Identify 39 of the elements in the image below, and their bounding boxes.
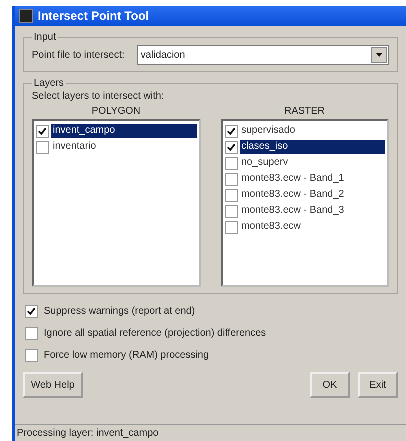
checkbox[interactable] — [224, 140, 238, 154]
list-item[interactable]: inventario — [51, 140, 196, 154]
checkbox[interactable] — [224, 124, 238, 138]
column-heading: RASTER — [284, 106, 326, 117]
list-item[interactable]: no_superv — [240, 156, 385, 170]
checkbox[interactable] — [224, 188, 238, 202]
checkbox[interactable] — [224, 156, 238, 170]
list-item[interactable]: monte83.ecw - Band_3 — [240, 204, 385, 218]
group-label: Input — [33, 32, 58, 43]
checkbox[interactable] — [224, 220, 238, 234]
list-item[interactable]: monte83.ecw — [240, 220, 385, 234]
checkbox[interactable] — [36, 140, 49, 154]
dropdown-arrow-icon — [376, 53, 382, 57]
option-label: Suppress warnings (report at end) — [44, 306, 196, 316]
checkbox[interactable] — [36, 124, 49, 138]
checkbox[interactable] — [224, 204, 238, 218]
point-file-dropdown[interactable]: validacion — [136, 45, 389, 65]
web-help-button[interactable]: Web Help — [23, 372, 83, 398]
app-icon — [19, 9, 33, 23]
dropdown-button[interactable] — [371, 47, 387, 63]
exit-button[interactable]: Exit — [358, 372, 398, 398]
list-item[interactable]: monte83.ecw - Band_1 — [240, 172, 385, 186]
list-item[interactable]: supervisado — [240, 124, 385, 138]
prompt-text: Select layers to intersect with: — [32, 91, 166, 102]
column-heading: POLYGON — [92, 106, 141, 117]
ok-button[interactable]: OK — [310, 372, 350, 398]
field-label: Point file to intersect: — [32, 50, 125, 60]
list-item[interactable]: monte83.ecw - Band_2 — [240, 188, 385, 202]
checkbox[interactable] — [25, 304, 38, 318]
option-label: Force low memory (RAM) processing — [44, 350, 210, 360]
checkbox[interactable] — [25, 348, 38, 362]
checkbox[interactable] — [224, 172, 238, 186]
checkbox[interactable] — [25, 326, 38, 340]
option-label: Ignore all spatial reference (projection) differences — [44, 328, 266, 338]
list-item[interactable]: invent_campo — [51, 124, 196, 138]
window-title: Intersect Point Tool — [38, 9, 150, 23]
group-label: Layers — [33, 78, 66, 89]
list-item[interactable]: clases_iso — [240, 140, 385, 154]
status-bar: Processing layer: invent_campo — [15, 424, 406, 441]
